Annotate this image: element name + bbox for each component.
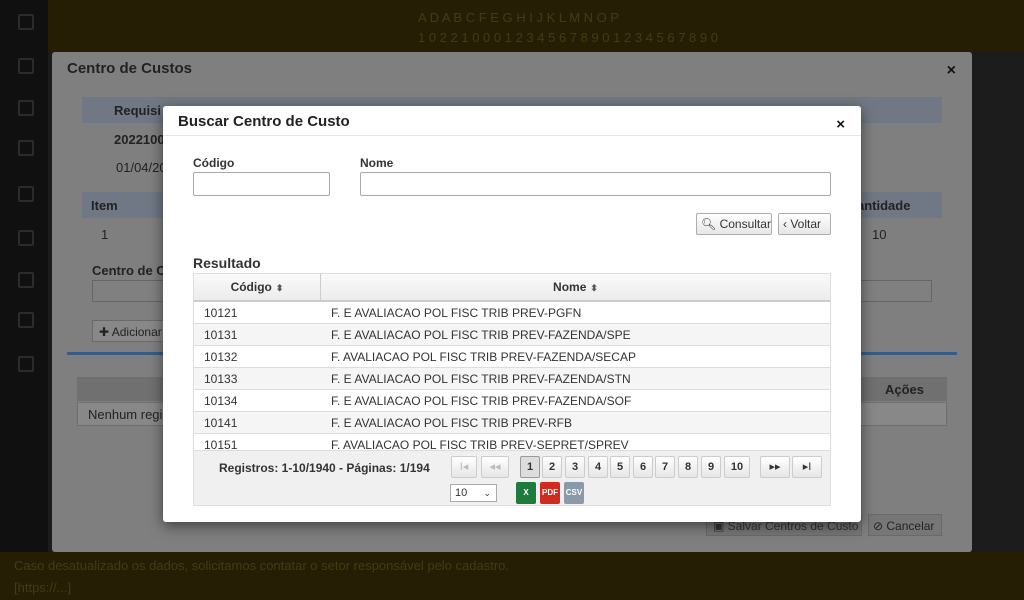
first-page-button[interactable]: I◂ bbox=[451, 456, 477, 478]
quantidade-header: antidade bbox=[857, 198, 911, 213]
modal-title: Buscar Centro de Custo bbox=[178, 113, 350, 130]
buscar-centro-custo-modal: Buscar Centro de Custo × Código Nome 🔍︎ … bbox=[163, 106, 861, 522]
cancel-button-label: Cancelar bbox=[886, 519, 935, 533]
table-row[interactable]: 10132 F. AVALIACAO POL FISC TRIB PREV-FAZ… bbox=[194, 346, 830, 368]
sort-icon: ⬍ bbox=[590, 283, 598, 293]
nome-label: Nome bbox=[360, 156, 394, 170]
cell-codigo: 10133 bbox=[204, 372, 238, 386]
column-header-codigo[interactable]: Código ⬍ bbox=[194, 274, 321, 300]
resultado-heading: Resultado bbox=[193, 255, 261, 271]
page-size-value: 10 bbox=[455, 487, 468, 499]
table-row[interactable]: 10151 F. AVALIACAO POL FISC TRIB PREV-SEP… bbox=[194, 434, 830, 450]
cell-nome: F. AVALIACAO POL FISC TRIB PREV-FAZENDA/… bbox=[331, 350, 636, 364]
export-csv-icon[interactable]: CSV bbox=[564, 482, 584, 504]
cell-codigo: 10121 bbox=[204, 306, 238, 320]
page-button-9[interactable]: 9 bbox=[701, 456, 721, 478]
chevron-down-icon: ⌄ bbox=[483, 488, 491, 498]
requisicao-date: 01/04/20 bbox=[116, 160, 167, 175]
requisicao-label: Requisi bbox=[114, 103, 161, 118]
cell-codigo: 10131 bbox=[204, 328, 238, 342]
column-label: Código bbox=[230, 280, 272, 294]
cell-codigo: 10132 bbox=[204, 350, 238, 364]
page-button-10[interactable]: 10 bbox=[724, 456, 750, 478]
item-header: Item bbox=[91, 198, 118, 213]
page-button-6[interactable]: 6 bbox=[633, 456, 653, 478]
codigo-input[interactable] bbox=[193, 172, 330, 196]
page-button-8[interactable]: 8 bbox=[678, 456, 698, 478]
table-row[interactable]: 10133 F. E AVALIACAO POL FISC TRIB PREV-F… bbox=[194, 368, 830, 390]
column-label: Nome bbox=[553, 280, 587, 294]
empty-text: Nenhum regis bbox=[88, 407, 169, 422]
cell-nome: F. E AVALIACAO POL FISC TRIB PREV-PGFN bbox=[331, 306, 582, 320]
close-icon[interactable]: × bbox=[836, 116, 845, 133]
cell-nome: F. E AVALIACAO POL FISC TRIB PREV-FAZEND… bbox=[331, 372, 631, 386]
chevron-left-icon: ‹ bbox=[783, 217, 787, 231]
consultar-button[interactable]: 🔍︎ Consultar bbox=[696, 213, 772, 235]
cell-nome: F. AVALIACAO POL FISC TRIB PREV-SEPRET/S… bbox=[331, 438, 629, 450]
nome-input[interactable] bbox=[360, 172, 831, 196]
page-size-select[interactable]: 10 ⌄ bbox=[450, 484, 497, 502]
table-row[interactable]: 10131 F. E AVALIACAO POL FISC TRIB PREV-F… bbox=[194, 324, 830, 346]
modal-header: Buscar Centro de Custo × bbox=[163, 106, 861, 136]
cancel-button[interactable]: ⊘ Cancelar bbox=[868, 514, 942, 536]
page-button-5[interactable]: 5 bbox=[610, 456, 630, 478]
table-row[interactable]: 10141 F. E AVALIACAO POL FISC TRIB PREV-R… bbox=[194, 412, 830, 434]
search-icon: 🔍︎ bbox=[701, 217, 717, 231]
export-excel-icon[interactable]: X bbox=[516, 482, 536, 504]
records-info: Registros: 1-10/1940 - Páginas: 1/194 bbox=[219, 461, 430, 475]
requisicao-value: 2022100 bbox=[114, 132, 165, 147]
column-header-nome[interactable]: Nome ⬍ bbox=[321, 274, 830, 300]
close-icon[interactable]: × bbox=[947, 62, 956, 80]
modal-title: Centro de Custos bbox=[67, 60, 193, 77]
cell-codigo: 10151 bbox=[204, 438, 238, 450]
export-pdf-icon[interactable]: PDF bbox=[540, 482, 560, 504]
cell-codigo: 10141 bbox=[204, 416, 238, 430]
page-button-4[interactable]: 4 bbox=[588, 456, 608, 478]
grid-header: Código ⬍ Nome ⬍ bbox=[194, 274, 830, 302]
page-button-1[interactable]: 1 bbox=[520, 456, 540, 478]
cell-nome: F. E AVALIACAO POL FISC TRIB PREV-FAZEND… bbox=[331, 328, 631, 342]
add-button[interactable]: ✚ Adicionar bbox=[92, 320, 172, 342]
prev-page-button[interactable]: ◂◂ bbox=[481, 456, 509, 478]
centro-custo-label: Centro de Cu bbox=[92, 263, 174, 278]
grid-body: 10121 F. E AVALIACAO POL FISC TRIB PREV-P… bbox=[194, 302, 830, 450]
results-grid: Código ⬍ Nome ⬍ 10121 F. E AVALIACAO POL FI… bbox=[193, 273, 831, 506]
voltar-label: Voltar bbox=[790, 217, 822, 231]
acoes-header: Ações bbox=[885, 382, 925, 397]
codigo-label: Código bbox=[193, 156, 235, 170]
cell-nome: F. E AVALIACAO POL FISC TRIB PREV-FAZEND… bbox=[331, 394, 632, 408]
item-value: 1 bbox=[101, 227, 109, 242]
last-page-button[interactable]: ▸I bbox=[792, 456, 822, 478]
voltar-button[interactable]: ‹ Voltar bbox=[778, 213, 831, 235]
table-row[interactable]: 10121 F. E AVALIACAO POL FISC TRIB PREV-P… bbox=[194, 302, 830, 324]
page-button-7[interactable]: 7 bbox=[655, 456, 675, 478]
pager-bar: Registros: 1-10/1940 - Páginas: 1/194 I◂… bbox=[194, 450, 830, 505]
sort-icon: ⬍ bbox=[275, 283, 284, 293]
page-button-2[interactable]: 2 bbox=[542, 456, 562, 478]
cell-nome: F. E AVALIACAO POL FISC TRIB PREV-RFB bbox=[331, 416, 572, 430]
next-page-button[interactable]: ▸▸ bbox=[760, 456, 790, 478]
page-button-3[interactable]: 3 bbox=[565, 456, 585, 478]
quantidade-value: 10 bbox=[872, 227, 887, 242]
consultar-label: Consultar bbox=[719, 217, 771, 231]
cell-codigo: 10134 bbox=[204, 394, 238, 408]
table-row[interactable]: 10134 F. E AVALIACAO POL FISC TRIB PREV-F… bbox=[194, 390, 830, 412]
